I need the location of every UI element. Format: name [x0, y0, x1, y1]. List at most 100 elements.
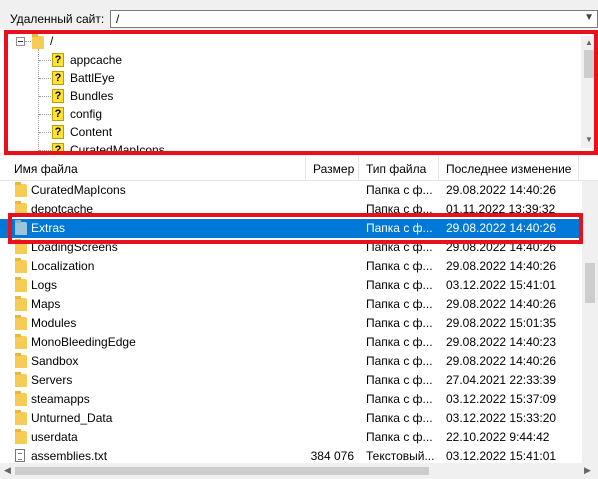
file-modified: 27.04.2021 22:33:39	[446, 373, 557, 387]
table-row[interactable]: depotcache Папка с ф... 01.11.2022 13:39:3…	[0, 200, 582, 219]
file-name: userdata	[31, 430, 78, 444]
question-icon: ?	[52, 53, 64, 67]
file-type: Папка с ф...	[366, 373, 433, 387]
file-list-horizontal-scrollbar[interactable]: ◀ ▶	[0, 463, 598, 479]
column-header-type[interactable]: Тип файла	[366, 156, 426, 180]
file-name: depotcache	[31, 202, 94, 216]
file-type: Папка с ф...	[366, 297, 433, 311]
folder-icon	[15, 429, 27, 444]
file-type: Папка с ф...	[366, 240, 433, 254]
file-modified: 29.08.2022 14:40:26	[446, 259, 557, 273]
file-type: Папка с ф...	[366, 354, 433, 368]
scroll-down-icon[interactable]: ▼	[585, 135, 593, 144]
table-row[interactable]: Sandbox Папка с ф... 29.08.2022 14:40:26	[0, 352, 582, 371]
tree-scrollbar-thumb[interactable]	[584, 50, 594, 78]
tree-item[interactable]: ? BattlEye	[0, 69, 300, 87]
question-icon: ?	[52, 71, 64, 85]
tree-root-label: /	[50, 34, 54, 48]
remote-directory-tree: / ? appcache ? BattlEye ? Bundles ? conf…	[0, 29, 598, 153]
file-type: Папка с ф...	[366, 259, 433, 273]
file-name: Modules	[31, 316, 77, 330]
file-modified: 01.11.2022 13:39:32	[446, 202, 556, 216]
folder-icon	[15, 258, 27, 273]
folder-icon	[15, 315, 27, 330]
folder-icon	[15, 220, 27, 235]
file-name: Maps	[31, 297, 61, 311]
scroll-left-icon[interactable]: ◀	[4, 465, 11, 476]
file-type: Папка с ф...	[366, 202, 433, 216]
scroll-right-icon[interactable]: ▶	[584, 465, 591, 476]
file-name: Unturned_Data	[31, 411, 113, 425]
horizontal-scrollbar-thumb[interactable]	[15, 467, 429, 475]
question-icon: ?	[52, 125, 64, 139]
file-modified: 29.08.2022 14:40:23	[446, 335, 557, 349]
tree-item[interactable]: ? appcache	[0, 51, 300, 69]
file-list-vertical-scrollbar[interactable]	[582, 181, 598, 463]
file-list-header: Имя файла Размер Тип файла Последнее изм…	[0, 156, 598, 181]
file-modified: 29.08.2022 14:40:26	[446, 240, 557, 254]
folder-icon	[32, 34, 44, 49]
file-type: Папка с ф...	[366, 316, 433, 330]
tree-scrollbar[interactable]: ▲ ▼	[581, 36, 598, 148]
question-icon: ?	[52, 107, 64, 121]
folder-icon	[15, 296, 27, 311]
file-type: Папка с ф...	[366, 278, 433, 292]
file-modified: 29.08.2022 14:40:26	[446, 183, 557, 197]
file-name: Logs	[31, 278, 58, 292]
file-modified: 29.08.2022 15:01:35	[446, 316, 557, 330]
table-row[interactable]: Logs Папка с ф... 03.12.2022 15:41:01	[0, 276, 582, 295]
sort-ascending-icon: ⌃	[143, 150, 151, 160]
table-row[interactable]: Servers Папка с ф... 27.04.2021 22:33:39	[0, 371, 582, 390]
folder-icon	[15, 372, 27, 387]
file-list-scrollbar-thumb[interactable]	[585, 263, 595, 303]
remote-site-bar: Удаленный сайт: / ▼	[0, 0, 598, 29]
tree-item[interactable]: ? config	[0, 105, 300, 123]
folder-icon	[15, 201, 27, 216]
file-modified: 29.08.2022 14:40:26	[446, 354, 557, 368]
folder-icon	[15, 353, 27, 368]
file-modified: 29.08.2022 14:40:26	[446, 297, 557, 311]
scroll-up-icon[interactable]: ▲	[585, 38, 593, 47]
file-name: Extras	[31, 221, 66, 235]
file-name: Sandbox	[31, 354, 79, 368]
folder-icon	[15, 410, 27, 425]
tree-root-node[interactable]: /	[0, 32, 200, 50]
table-row[interactable]: LoadingScreens Папка с ф... 29.08.2022 14:…	[0, 238, 582, 257]
table-row[interactable]: Localization Папка с ф... 29.08.2022 14:40…	[0, 257, 582, 276]
file-type: Папка с ф...	[366, 392, 433, 406]
file-modified: 03.12.2022 15:41:01	[446, 278, 557, 292]
table-row[interactable]: Maps Папка с ф... 29.08.2022 14:40:26	[0, 295, 582, 314]
folder-icon	[15, 391, 27, 406]
file-type: Папка с ф...	[366, 430, 433, 444]
file-modified: 29.08.2022 14:40:26	[446, 221, 557, 235]
column-header-name[interactable]: Имя файла	[14, 156, 78, 180]
table-row[interactable]: CuratedMapIcons Папка с ф... 29.08.2022 14…	[0, 181, 582, 200]
folder-icon	[15, 239, 27, 254]
remote-path-combobox[interactable]: / ▼	[110, 10, 598, 28]
file-name: MonoBleedingEdge	[31, 335, 136, 349]
tree-item[interactable]: ? Content	[0, 123, 300, 141]
table-row[interactable]: userdata Папка с ф... 22.10.2022 9:44:42	[0, 428, 582, 447]
question-icon: ?	[52, 89, 64, 103]
question-icon: ?	[52, 143, 64, 153]
file-type: Папка с ф...	[366, 335, 433, 349]
file-modified: 03.12.2022 15:37:09	[446, 392, 557, 406]
file-name: CuratedMapIcons	[31, 183, 126, 197]
table-row[interactable]: MonoBleedingEdge Папка с ф... 29.08.2022 1…	[0, 333, 582, 352]
file-name: Localization	[31, 259, 95, 273]
tree-item[interactable]: ? Bundles	[0, 87, 300, 105]
file-type: Папка с ф...	[366, 411, 433, 425]
remote-path-value[interactable]: /	[116, 12, 119, 26]
column-header-size[interactable]: Размер	[313, 156, 354, 180]
collapse-icon[interactable]	[16, 37, 25, 46]
table-row[interactable]: Modules Папка с ф... 29.08.2022 15:01:35	[0, 314, 582, 333]
text-file-icon	[15, 449, 25, 462]
table-row[interactable]: Unturned_Data Папка с ф... 03.12.2022 15:3…	[0, 409, 582, 428]
remote-site-label: Удаленный сайт:	[10, 12, 105, 26]
file-name: steamapps	[31, 392, 90, 406]
table-row[interactable]: steamapps Папка с ф... 03.12.2022 15:37:09	[0, 390, 582, 409]
column-header-modified[interactable]: Последнее изменение	[446, 156, 571, 180]
folder-icon	[15, 277, 27, 292]
file-row-selected[interactable]: Extras Папка с ф... 29.08.2022 14:40:26	[0, 219, 582, 238]
chevron-down-icon[interactable]: ▼	[584, 12, 594, 23]
